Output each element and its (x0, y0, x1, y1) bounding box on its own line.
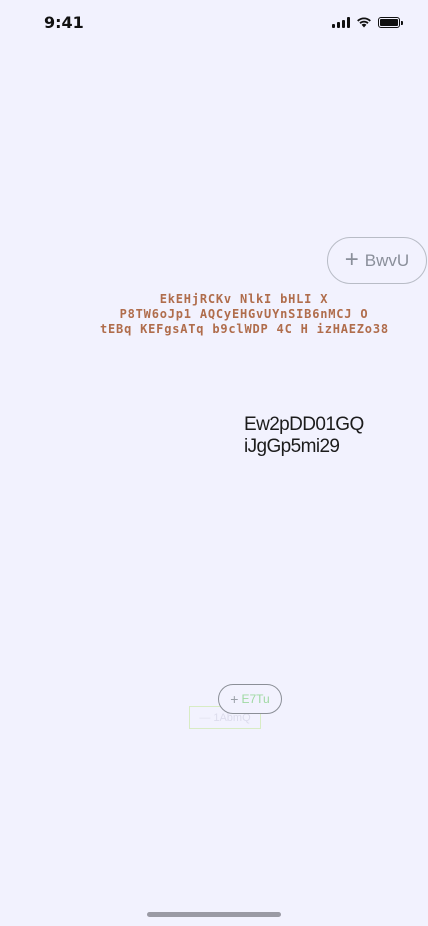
heading-line: P8TW6oJp1 AQCyEHGvUYnSIB6nMCJ O (119, 307, 369, 321)
body-text-line: Ew2pDD01GQ (244, 414, 364, 435)
heading-text: EkEHjRCKv NlkI bHLI X P8TW6oJp1 AQCyEHGv… (100, 292, 388, 337)
wifi-icon (357, 17, 371, 28)
plus-icon: + (230, 691, 239, 707)
body-text-line: iJgGp5mi29 (244, 436, 340, 457)
small-add-button-label: E7Tu (241, 692, 270, 706)
battery-icon (378, 16, 403, 28)
heading-line: tEBq KEFgsATq b9clWDP 4C H izHAEZo38 (100, 322, 389, 336)
dash-icon: — (199, 711, 211, 724)
small-add-button[interactable]: + E7Tu (218, 684, 282, 714)
add-button-label: BwvU (364, 250, 410, 270)
body-text: Ew2pDD01GQ iJgGp5mi29 (244, 414, 364, 458)
add-button[interactable]: + BwvU (327, 237, 427, 284)
status-icons (332, 16, 403, 28)
cellular-signal-icon (332, 16, 350, 28)
heading-line: EkEHjRCKv NlkI bHLI X (159, 292, 329, 306)
status-time: 9:41 (44, 13, 84, 32)
home-indicator[interactable] (147, 912, 281, 917)
status-bar: 9:41 (0, 0, 428, 46)
plus-icon: + (344, 245, 359, 273)
